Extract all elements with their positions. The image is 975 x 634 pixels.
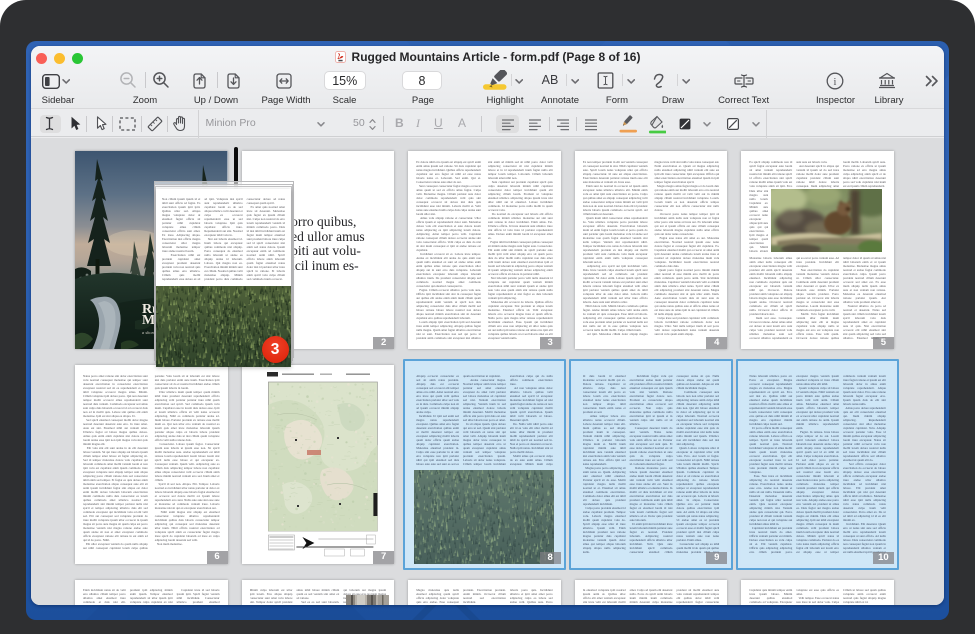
svg-text:i: i [834, 77, 837, 88]
